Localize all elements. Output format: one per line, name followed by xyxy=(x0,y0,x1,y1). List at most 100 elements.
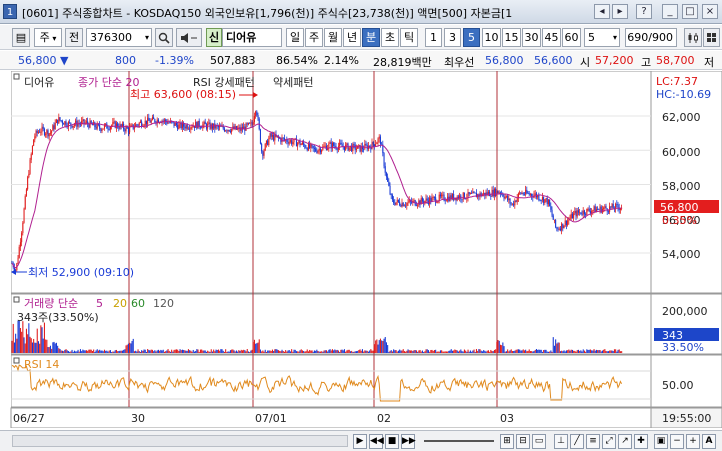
fast-forward-icon[interactable]: ▶▶ xyxy=(401,434,416,449)
volume-bar xyxy=(591,350,593,353)
stock-code-input[interactable]: 376300 ▾ xyxy=(86,28,152,47)
volume-bar xyxy=(343,349,345,353)
volume-bar xyxy=(137,349,139,353)
interval-10-button[interactable]: 10 xyxy=(482,28,501,47)
period-week-button[interactable]: 주 xyxy=(305,28,323,47)
cross-tool-icon[interactable]: ✚ xyxy=(634,434,648,449)
volume-bar xyxy=(141,350,143,353)
period-month-button[interactable]: 월 xyxy=(324,28,342,47)
text-tool-icon[interactable]: A xyxy=(702,434,716,449)
interval-1-button[interactable]: 1 xyxy=(425,28,442,47)
print-icon[interactable]: ▣ xyxy=(654,434,668,449)
volume-bar xyxy=(565,350,567,353)
candle-body xyxy=(126,127,128,129)
zoom-slider[interactable] xyxy=(424,440,494,442)
help-button[interactable]: ? xyxy=(636,4,652,19)
minimize-button[interactable]: _ xyxy=(662,4,678,19)
volume-bar xyxy=(379,338,381,353)
zoom-icon[interactable]: ⊞ xyxy=(500,434,514,449)
next-window-button[interactable]: ▸ xyxy=(612,4,628,19)
period-second-button[interactable]: 초 xyxy=(381,28,399,47)
volume-bar xyxy=(168,350,170,353)
volume-bar xyxy=(249,351,251,353)
volume-bar xyxy=(543,350,545,353)
volume-bar xyxy=(162,349,164,353)
horizontal-scrollbar[interactable] xyxy=(12,435,348,447)
rsi-weak-pattern[interactable]: 약세패턴 xyxy=(273,75,313,89)
candle-body xyxy=(58,117,60,124)
candle-body xyxy=(59,117,61,121)
menu-icon[interactable]: ▤ xyxy=(12,28,30,47)
interval-select[interactable]: 5 ▾ xyxy=(584,28,620,47)
period-minute-button[interactable]: 분 xyxy=(362,28,380,47)
chart-area[interactable]: 디어유 종가 단순 20 RSI 강세패턴 약세패턴 LC:7.37 HC:-1… xyxy=(0,70,722,429)
volume-bar xyxy=(64,349,66,353)
candle-type-icon[interactable]: ⊥ xyxy=(554,434,568,449)
volume-bar xyxy=(111,351,113,353)
scroll-right-icon[interactable]: ▶ xyxy=(353,434,367,449)
period-day-button[interactable]: 일 xyxy=(286,28,304,47)
volume-bar xyxy=(154,350,156,353)
zoom-out-icon[interactable]: ⊟ xyxy=(516,434,530,449)
interval-3-button[interactable]: 3 xyxy=(444,28,461,47)
volume-current: 343주(33.50%) xyxy=(17,311,99,324)
line-tool-icon[interactable]: ╱ xyxy=(570,434,584,449)
candle-body xyxy=(402,202,404,207)
candle-body xyxy=(324,145,326,147)
bar-count-field[interactable]: 690/900 xyxy=(625,28,677,47)
cursor-tool-icon[interactable]: ↗ xyxy=(618,434,632,449)
candle-body xyxy=(246,123,248,125)
period-year-button[interactable]: 년 xyxy=(343,28,361,47)
stock-chart[interactable]: 디어유 종가 단순 20 RSI 강세패턴 약세패턴 LC:7.37 HC:-1… xyxy=(0,70,722,429)
candle-body xyxy=(195,122,197,128)
volume-bar xyxy=(522,349,524,353)
volume-bar xyxy=(255,343,257,353)
volume-bar xyxy=(288,350,290,353)
rsi-legend[interactable]: RSI 14 xyxy=(24,358,59,371)
previous-button[interactable]: 전 xyxy=(65,28,83,47)
volume-bar xyxy=(225,349,227,353)
market-select[interactable]: 주 ▾ xyxy=(34,28,62,47)
volume-bar xyxy=(52,342,54,353)
search-icon[interactable] xyxy=(155,28,173,47)
candle-body xyxy=(547,199,549,205)
candle-body xyxy=(83,119,85,124)
candle-body xyxy=(523,194,525,196)
interval-15-button[interactable]: 15 xyxy=(502,28,521,47)
chart-type-icon[interactable] xyxy=(684,28,702,47)
volume-bar xyxy=(370,349,372,353)
prev-window-button[interactable]: ◂ xyxy=(594,4,610,19)
candle-body xyxy=(77,123,79,127)
volume-legend[interactable]: 거래량 단순 xyxy=(24,297,78,310)
window-icon[interactable]: ▭ xyxy=(532,434,546,449)
period-tick-button[interactable]: 틱 xyxy=(400,28,418,47)
interval-30-button[interactable]: 30 xyxy=(522,28,541,47)
fib-tool-icon[interactable]: ≡ xyxy=(586,434,600,449)
candle-body xyxy=(328,143,330,148)
volume-bar xyxy=(78,351,80,353)
candle-body xyxy=(401,202,403,207)
stop-icon[interactable]: ■ xyxy=(385,434,399,449)
volume-bar xyxy=(107,351,109,353)
candle-body xyxy=(552,215,554,220)
candle-body xyxy=(168,122,170,124)
interval-45-button[interactable]: 45 xyxy=(542,28,561,47)
candle-body xyxy=(252,122,254,125)
maximize-button[interactable]: □ xyxy=(682,4,698,19)
trend-tool-icon[interactable]: ⤢ xyxy=(602,434,616,449)
candle-body xyxy=(347,143,349,151)
volume-bar xyxy=(583,350,585,353)
interval-60-button[interactable]: 60 xyxy=(562,28,581,47)
settings-icon[interactable] xyxy=(703,28,720,47)
candle-body xyxy=(201,127,203,129)
text-grow-icon[interactable]: + xyxy=(686,434,700,449)
volume-bar xyxy=(605,351,607,353)
volume-bar xyxy=(306,349,308,353)
volume-bar xyxy=(120,350,122,353)
rewind-icon[interactable]: ◀◀ xyxy=(369,434,384,449)
close-button[interactable]: × xyxy=(702,4,718,19)
sound-icon[interactable] xyxy=(176,28,202,47)
text-shrink-icon[interactable]: − xyxy=(670,434,684,449)
candle-body xyxy=(245,123,247,131)
interval-5-button[interactable]: 5 xyxy=(463,28,480,47)
